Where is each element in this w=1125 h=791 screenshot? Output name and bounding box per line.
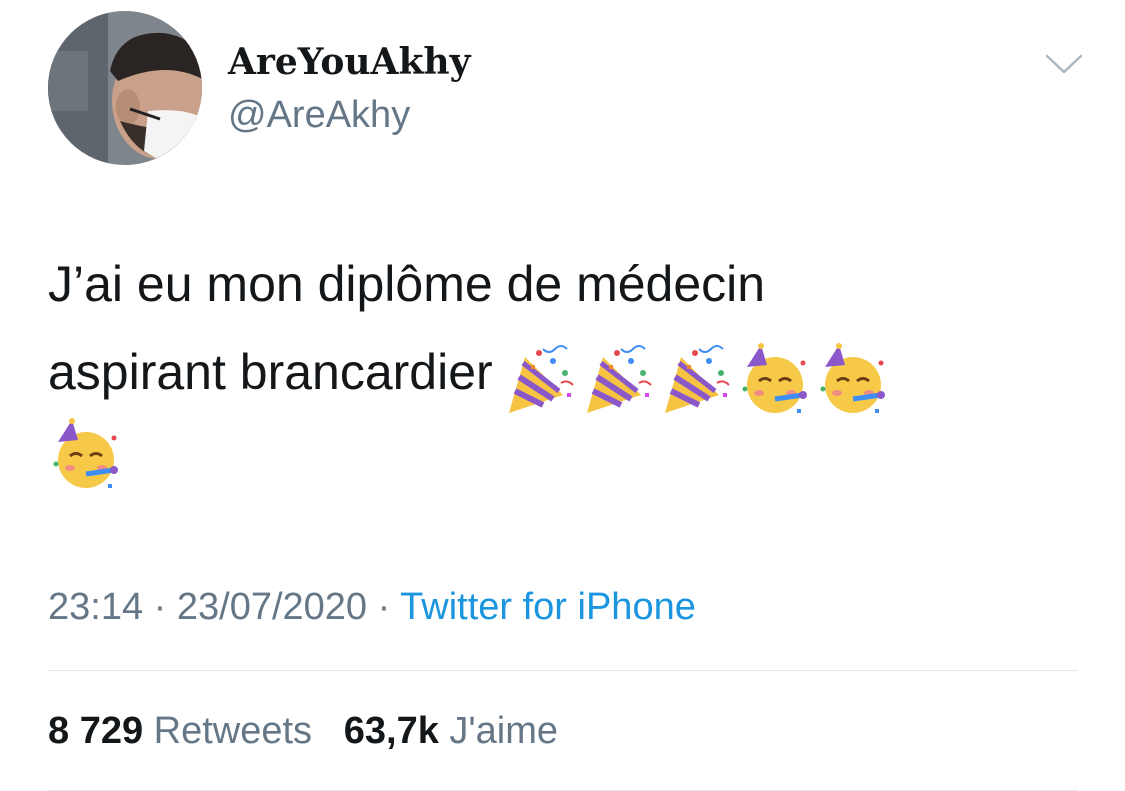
likes-count: 63,7k	[343, 710, 439, 752]
tweet-date[interactable]: 23/07/2020	[177, 586, 367, 628]
tweet-meta: 23:14 · 23/07/2020 · Twitter for iPhone	[48, 584, 696, 630]
retweets-stat[interactable]: 8 729 Retweets	[48, 710, 323, 752]
retweets-label: Retweets	[153, 710, 313, 752]
handle[interactable]: @AreAkhy	[228, 92, 410, 138]
meta-separator: ·	[153, 586, 167, 628]
tweet-text: J’ai eu mon diplôme de médecin aspirant …	[48, 240, 1048, 492]
emoji-row	[503, 332, 893, 420]
party-popper-icon	[503, 343, 577, 417]
tweet-time[interactable]: 23:14	[48, 586, 143, 628]
partying-face-icon	[815, 342, 889, 417]
likes-stat[interactable]: 63,7k J'aime	[344, 710, 558, 752]
likes-label: J'aime	[449, 710, 559, 752]
display-name[interactable]: AreYouAkhy	[228, 40, 471, 84]
tweet-text-line-2: aspirant brancardier	[48, 344, 493, 400]
meta-separator: ·	[377, 586, 391, 628]
tweet: AreYouAkhy @AreAkhy J’ai eu mon diplôme …	[0, 0, 1125, 791]
chevron-down-icon[interactable]	[1044, 52, 1084, 76]
tweet-stats: 8 729 Retweets 63,7k J'aime	[48, 708, 558, 754]
party-popper-icon	[659, 343, 733, 417]
tweet-source-link[interactable]: Twitter for iPhone	[400, 586, 696, 628]
party-popper-icon	[581, 343, 655, 417]
avatar[interactable]	[48, 11, 202, 165]
tweet-text-line-1: J’ai eu mon diplôme de médecin	[48, 256, 766, 312]
retweets-count: 8 729	[48, 710, 144, 752]
profile-photo-icon	[48, 11, 202, 165]
partying-face-icon	[48, 417, 122, 492]
partying-face-icon	[737, 342, 811, 417]
divider	[48, 670, 1078, 671]
